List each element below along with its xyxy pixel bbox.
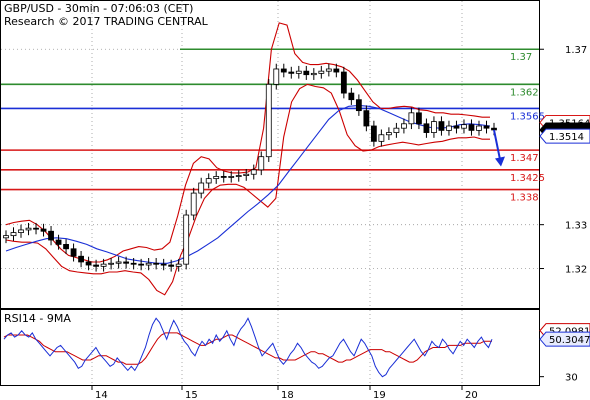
time-axis: 14 15 18 19 20: [91, 385, 478, 400]
candle-body: [325, 68, 332, 72]
candle-body: [348, 92, 355, 101]
candle-body: [416, 112, 422, 125]
y-tick-label: 1.33: [565, 221, 587, 232]
candle-body: [160, 263, 167, 266]
candle-body: [355, 99, 362, 112]
candle-body: [153, 262, 160, 265]
candle-body: [295, 70, 302, 74]
x-tick-label: 15: [185, 390, 198, 400]
candle-body: [476, 125, 482, 131]
candle-body: [123, 261, 130, 264]
candle-body: [243, 173, 250, 176]
candle-body: [115, 261, 122, 264]
candle-body: [190, 192, 197, 216]
candle-body: [183, 214, 190, 265]
x-tick-label: 19: [373, 390, 386, 400]
y-tick-label: 1.32: [565, 265, 587, 276]
candle-body: [303, 70, 310, 76]
rsi-value-tag-label: 50.3047: [549, 335, 590, 346]
candle-body: [468, 124, 475, 131]
candle-body: [145, 262, 152, 266]
candle-body: [78, 255, 84, 263]
candle-body: [461, 124, 467, 129]
x-tick-label: 20: [465, 390, 478, 400]
candle-body: [63, 244, 69, 250]
y-tick-label: 1.37: [565, 45, 587, 56]
candle-body: [18, 229, 24, 233]
level-label: 1.37: [510, 52, 532, 63]
x-tick-label: 18: [281, 390, 294, 400]
candle-body: [70, 248, 77, 257]
candle-body: [370, 125, 377, 142]
candle-body: [205, 178, 212, 184]
candle-body: [33, 227, 39, 230]
candle-body: [438, 121, 445, 131]
level-label: 1.338: [510, 193, 539, 204]
candle-body: [25, 227, 32, 231]
candle-body: [378, 134, 385, 142]
candle-body: [453, 125, 460, 129]
candle-body: [310, 72, 317, 76]
candle-body: [3, 235, 9, 239]
rsi-axis: 3052.098150.3047: [539, 323, 590, 384]
candle-body: [258, 156, 265, 171]
candle-body: [220, 176, 227, 178]
candle-body: [108, 262, 115, 265]
candle-body: [385, 132, 392, 136]
candle-body: [340, 71, 347, 94]
candle-body: [483, 125, 490, 129]
candle-body: [175, 263, 182, 267]
candle-body: [85, 261, 92, 266]
candle-body: [228, 176, 235, 178]
rsi-title: RSI14 - 9MA: [4, 312, 71, 325]
rsi-panel-frame: [0, 309, 540, 386]
chart-subtitle: Research © 2017 TRADING CENTRAL: [4, 15, 209, 28]
candle-body: [10, 232, 17, 237]
candle-body: [288, 71, 295, 74]
candle-body: [491, 127, 497, 131]
candle-body: [93, 264, 99, 267]
candle-body: [423, 123, 430, 133]
candle-body: [130, 262, 137, 265]
candle-body: [213, 176, 220, 180]
candle-body: [55, 239, 62, 245]
chart-title: GBP/USD - 30min - 07:06:03 (CET): [4, 2, 193, 15]
candle-body: [40, 228, 47, 232]
candle-body: [393, 127, 400, 133]
candle-body: [198, 182, 205, 194]
level-label: 1.347: [510, 153, 539, 164]
candle-body: [318, 70, 325, 74]
candle-body: [250, 169, 257, 175]
x-tick-label: 14: [95, 390, 108, 400]
candle-body: [431, 121, 437, 133]
candle-body: [138, 263, 145, 266]
candle-body: [48, 230, 54, 241]
candle-body: [235, 175, 242, 177]
candle-body: [333, 68, 340, 73]
candle-body: [280, 68, 287, 73]
candle-body: [100, 263, 107, 267]
level-label: 1.3425: [510, 173, 545, 184]
candle-body: [446, 125, 452, 131]
candle-body: [168, 264, 175, 267]
candle-body: [408, 112, 415, 125]
level-label: 1.3565: [510, 111, 545, 122]
price-tag-label: 1.3514: [549, 132, 584, 143]
level-label: 1.362: [510, 87, 539, 98]
candle-body: [273, 68, 280, 85]
candle-body: [401, 123, 407, 129]
chart: 1.37 1.362 1.3565 1.347 1.3425 1.338 1.32 1.33…: [0, 0, 590, 400]
candle-body: [265, 83, 272, 158]
price-axis: 1.321.331.371.351641.35161.3514: [539, 45, 590, 276]
candle-body: [363, 110, 370, 127]
rsi-y-tick-label: 30: [565, 373, 578, 384]
